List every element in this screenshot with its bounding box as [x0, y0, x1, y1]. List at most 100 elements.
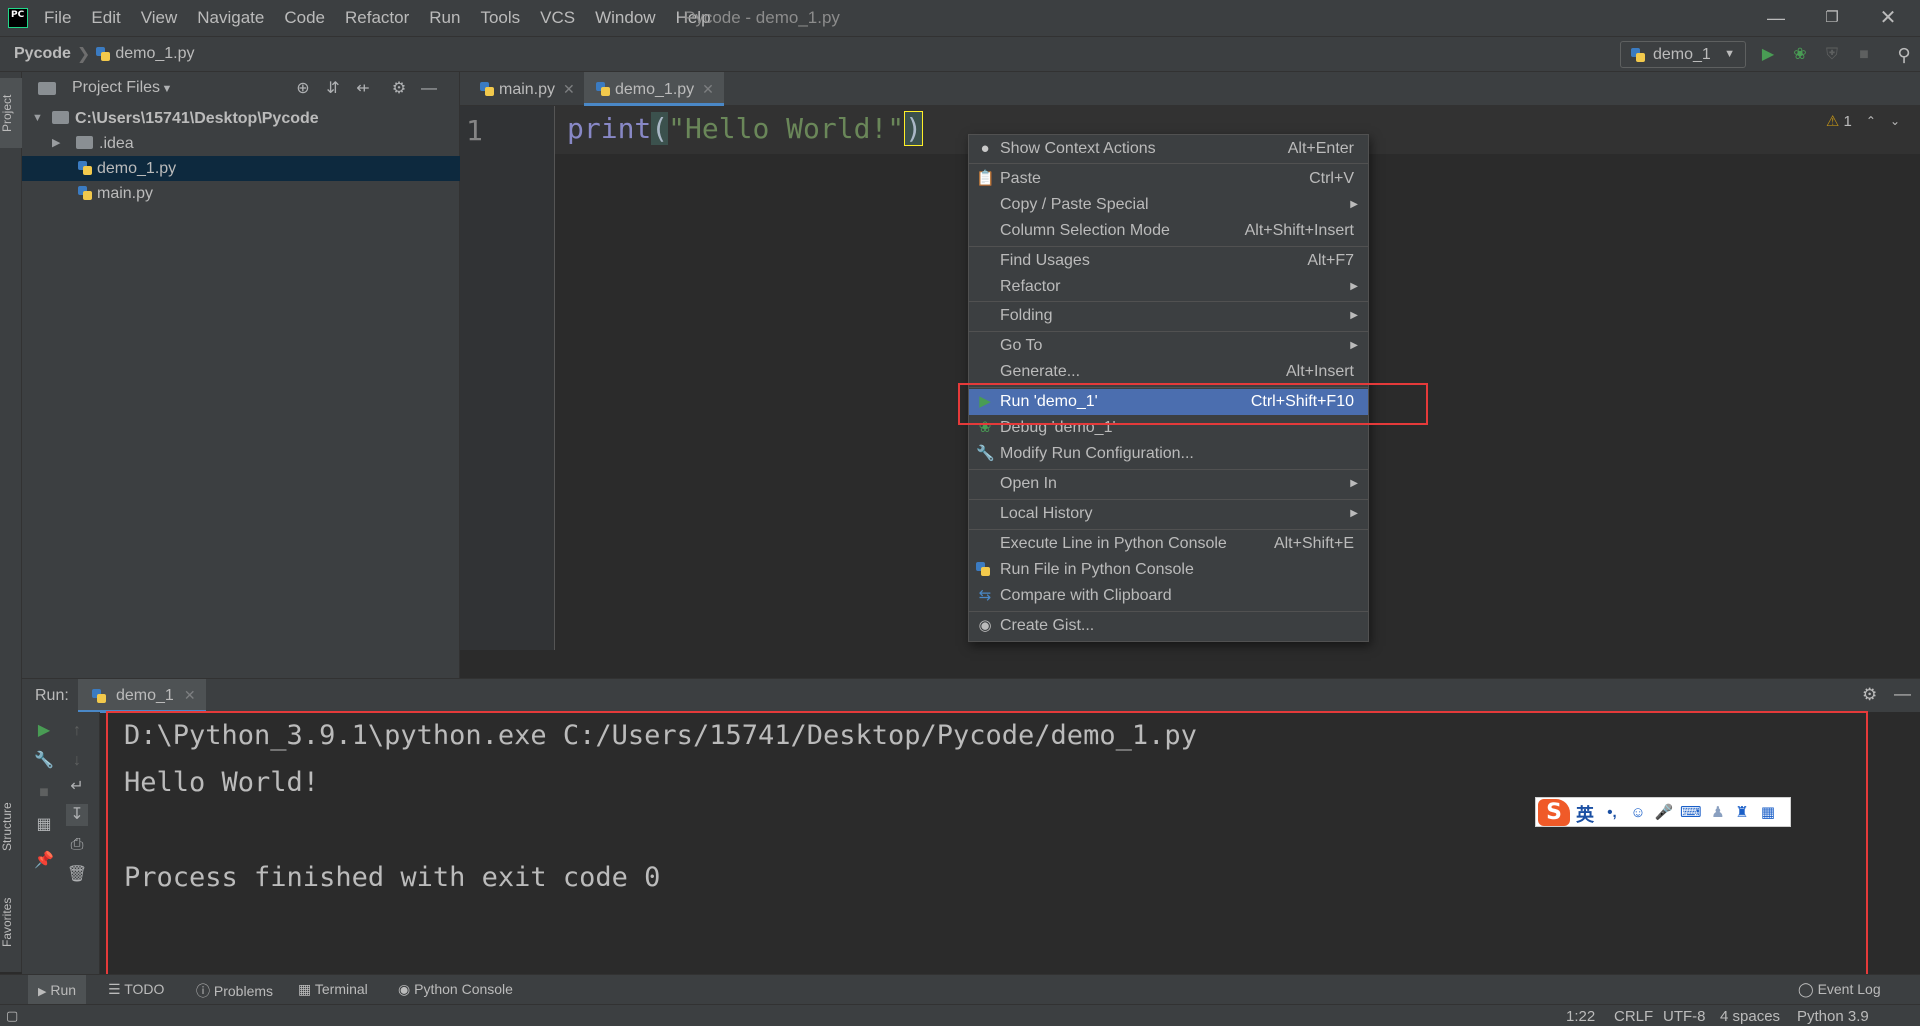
tree-item-demo-1[interactable]: demo_1.py [22, 156, 460, 181]
close-tab-icon[interactable]: ✕ [184, 687, 196, 703]
menu-item-copy-paste-special[interactable]: Copy / Paste Special ▶ [969, 192, 1368, 218]
menu-item-show-context-actions[interactable]: ● Show Context Actions Alt+Enter [969, 136, 1368, 162]
python-interpreter[interactable]: Python 3.9 [1797, 1008, 1869, 1025]
coverage-icon[interactable]: ⛨ [1821, 44, 1843, 66]
collapse-all-icon[interactable]: ⇷ [352, 78, 374, 100]
menu-item-go-to[interactable]: Go To ▶ [969, 333, 1368, 359]
stop-icon[interactable]: ■ [33, 782, 55, 804]
tab-main-py[interactable]: main.py ✕ [468, 72, 580, 106]
locate-icon[interactable]: ⊕ [292, 78, 314, 100]
inspection-widget[interactable]: ⚠ 1 ⌃ ⌄ [1826, 112, 1900, 131]
inspection-count: 1 [1843, 112, 1852, 130]
wrench-icon[interactable]: 🔧 [33, 750, 55, 772]
close-icon[interactable]: ✕ [1860, 0, 1916, 36]
user-icon[interactable]: ♟ [1708, 803, 1728, 823]
run-configuration-select[interactable]: demo_1 ▼ [1620, 41, 1746, 68]
run-tab-demo-1[interactable]: demo_1 ✕ [78, 679, 206, 713]
menu-item-local-history[interactable]: Local History ▶ [969, 501, 1368, 527]
tree-item-project-root[interactable]: ▼ C:\Users\15741\Desktop\Pycode [22, 106, 460, 131]
keyboard-icon[interactable]: ⌨ [1680, 803, 1702, 823]
menu-code[interactable]: Code [284, 0, 325, 36]
caret-position[interactable]: 1:22 [1566, 1008, 1595, 1025]
menu-item-refactor[interactable]: Refactor ▶ [969, 274, 1368, 300]
hide-icon[interactable]: — [1894, 684, 1911, 704]
microphone-icon[interactable]: 🎤 [1654, 803, 1674, 823]
next-highlight-icon[interactable]: ⌄ [1890, 114, 1900, 128]
ime-punctuation-toggle[interactable]: •, [1602, 803, 1622, 823]
menu-item-column-selection-mode[interactable]: Column Selection Mode Alt+Shift+Insert [969, 218, 1368, 244]
expand-all-icon[interactable]: ⇵ [322, 78, 344, 100]
toggle-tool-windows-icon[interactable]: ▢ [6, 1008, 18, 1024]
menu-item-open-in[interactable]: Open In ▶ [969, 471, 1368, 497]
tool-tab-todo[interactable]: ☰ TODO [108, 981, 164, 998]
menu-edit[interactable]: Edit [91, 0, 120, 36]
skin-icon[interactable]: ♜ [1732, 803, 1752, 823]
menu-tools[interactable]: Tools [480, 0, 520, 36]
soft-wrap-icon[interactable]: ↵ [66, 776, 88, 798]
tool-tab-problems[interactable]: ⓘ Problems [196, 981, 273, 1001]
hide-icon[interactable]: — [418, 78, 440, 100]
chevron-down-icon: ▼ [1724, 48, 1735, 60]
structure-tool-tab[interactable]: Structure [0, 772, 22, 882]
menu-item-find-usages[interactable]: Find Usages Alt+F7 [969, 248, 1368, 274]
close-tab-icon[interactable]: ✕ [702, 81, 714, 97]
favorites-tool-tab[interactable]: Favorites [0, 872, 22, 972]
menu-item-folding[interactable]: Folding ▶ [969, 303, 1368, 329]
menu-item-compare-with-clipboard[interactable]: ⇆ Compare with Clipboard [969, 583, 1368, 609]
line-separator[interactable]: CRLF [1614, 1008, 1653, 1025]
scroll-to-end-icon[interactable]: ↧ [66, 804, 88, 826]
run-configuration-label: demo_1 [1653, 46, 1711, 63]
menu-item-paste[interactable]: 📋 Paste Ctrl+V [969, 166, 1368, 192]
tool-tab-terminal[interactable]: ▦ Terminal [298, 981, 368, 998]
menu-item-execute-line-in-console[interactable]: Execute Line in Python Console Alt+Shift… [969, 531, 1368, 557]
menu-item-run-file-in-console[interactable]: Run File in Python Console [969, 557, 1368, 583]
menu-view[interactable]: View [141, 0, 178, 36]
file-encoding[interactable]: UTF-8 [1663, 1008, 1706, 1025]
menu-vcs[interactable]: VCS [540, 0, 575, 36]
debug-icon[interactable]: ❀ [1789, 44, 1811, 66]
tab-demo-1-py[interactable]: demo_1.py ✕ [584, 72, 724, 106]
menu-navigate[interactable]: Navigate [197, 0, 264, 36]
arrow-down-icon[interactable]: ↓ [66, 750, 88, 772]
menu-item-create-gist[interactable]: ◉ Create Gist... [969, 613, 1368, 639]
gear-icon[interactable]: ⚙ [1862, 685, 1877, 705]
tool-tab-python-console[interactable]: ◉ Python Console [398, 981, 513, 998]
indent-setting[interactable]: 4 spaces [1720, 1008, 1780, 1025]
stop-icon[interactable]: ■ [1853, 44, 1875, 66]
layout-icon[interactable]: ▦ [33, 814, 55, 836]
close-tab-icon[interactable]: ✕ [563, 81, 575, 97]
search-icon[interactable]: ⚲ [1893, 44, 1915, 66]
ime-language-toggle[interactable]: 英 [1576, 801, 1594, 827]
previous-highlight-icon[interactable]: ⌃ [1866, 114, 1876, 128]
minimize-icon[interactable]: — [1748, 0, 1804, 36]
breadcrumb-file[interactable]: demo_1.py [115, 45, 194, 63]
tool-tab-event-log[interactable]: ◯ Event Log [1798, 981, 1881, 998]
chevron-down-icon[interactable]: ▼ [156, 78, 178, 100]
tool-tab-run[interactable]: ▶ Run [28, 975, 87, 1005]
sogou-logo-icon[interactable]: S [1538, 799, 1570, 826]
restore-icon[interactable]: ❐ [1804, 0, 1860, 36]
project-view-select[interactable]: Project Files [72, 79, 160, 97]
run-icon[interactable]: ▶ [1757, 44, 1779, 66]
code-line[interactable]: print("Hello World!") [567, 111, 924, 146]
menu-run[interactable]: Run [429, 0, 460, 36]
rerun-icon[interactable]: ▶ [33, 720, 55, 742]
menu-item-modify-run-configuration[interactable]: 🔧 Modify Run Configuration... [969, 441, 1368, 467]
tree-item-main[interactable]: main.py [22, 181, 460, 206]
menu-item-generate[interactable]: Generate... Alt+Insert [969, 359, 1368, 385]
print-icon[interactable]: ⎙ [66, 834, 88, 856]
gear-icon[interactable]: ⚙ [388, 78, 410, 100]
pin-icon[interactable]: 📌 [33, 850, 55, 872]
menu-refactor[interactable]: Refactor [345, 0, 409, 36]
compare-icon: ⇆ [978, 587, 992, 604]
emoji-icon[interactable]: ☺ [1628, 803, 1648, 823]
project-tool-tab[interactable]: Project [0, 78, 22, 148]
tree-item-idea[interactable]: ▶ .idea [22, 131, 460, 156]
toolbox-icon[interactable]: ▦ [1758, 803, 1778, 823]
arrow-up-icon[interactable]: ↑ [66, 720, 88, 742]
trash-icon[interactable]: 🗑 [66, 864, 88, 886]
run-window-header: Run: demo_1 ✕ ⚙ — [22, 678, 1920, 713]
menu-window[interactable]: Window [595, 0, 655, 36]
menu-file[interactable]: File [44, 0, 71, 36]
breadcrumb-project[interactable]: Pycode [14, 45, 71, 63]
